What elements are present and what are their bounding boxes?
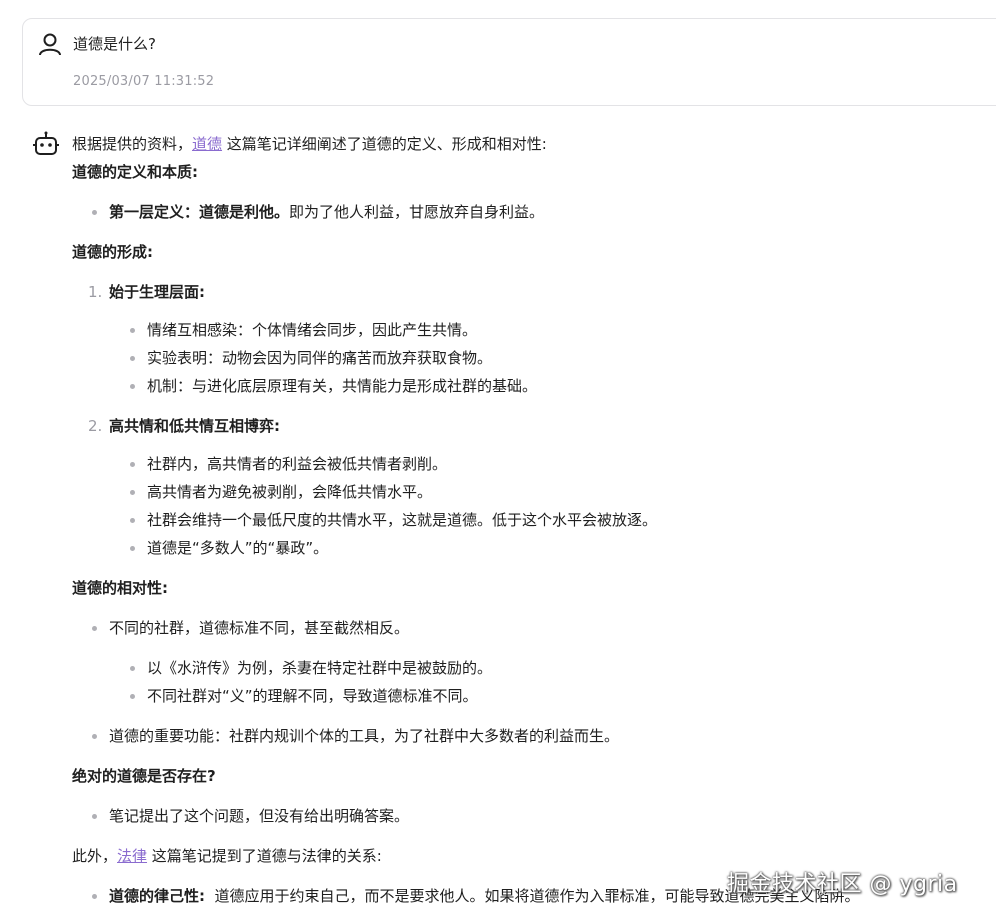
bullet-list: 社群内，高共情者的利益会被低共情者剥削。 高共情者为避免被剥削，会降低共情水平。… xyxy=(72,450,992,562)
list-item: 2. 高共情和低共情互相博弈: xyxy=(88,417,280,435)
list-item: 不同的社群，道德标准不同，甚至截然相反。 xyxy=(72,614,992,642)
section-heading: 道德的定义和本质: xyxy=(72,163,198,181)
answer-intro: 根据提供的资料，道德 这篇笔记详细阐述了道德的定义、形成和相对性: xyxy=(72,135,547,153)
section-heading: 绝对的道德是否存在? xyxy=(72,767,216,785)
robot-icon xyxy=(33,131,59,155)
message-timestamp: 2025/03/07 11:31:52 xyxy=(73,74,215,89)
assistant-answer: 根据提供的资料，道德 这篇笔记详细阐述了道德的定义、形成和相对性: 道德的定义和… xyxy=(72,130,992,910)
list-item: 实验表明：动物会因为同伴的痛苦而放弃获取食物。 xyxy=(72,344,992,372)
numbered-list: 1. 始于生理层面: xyxy=(72,278,992,306)
list-item: 以《水浒传》为例，杀妻在特定社群中是被鼓励的。 xyxy=(72,654,992,682)
bullet-list: 笔记提出了这个问题，但没有给出明确答案。 xyxy=(72,802,992,830)
list-item: 社群会维持一个最低尺度的共情水平，这就是道德。低于这个水平会被放逐。 xyxy=(72,506,992,534)
list-item: 不同社群对“义”的理解不同，导致道德标准不同。 xyxy=(72,682,992,710)
list-item: 第一层定义：道德是利他。即为了他人利益，甘愿放弃自身利益。 xyxy=(72,198,992,226)
list-item: 1. 始于生理层面: xyxy=(88,283,205,301)
user-icon xyxy=(39,33,61,56)
bullet-list: 情绪互相感染：个体情绪会同步，因此产生共情。 实验表明：动物会因为同伴的痛苦而放… xyxy=(72,316,992,400)
note-link-law[interactable]: 法律 xyxy=(117,847,147,865)
numbered-list: 2. 高共情和低共情互相博弈: xyxy=(72,412,992,440)
bullet-list: 道德的重要功能：社群内规训个体的工具，为了社群中大多数者的利益而生。 xyxy=(72,722,992,750)
list-item: 道德是“多数人”的“暴政”。 xyxy=(72,534,992,562)
list-item: 情绪互相感染：个体情绪会同步，因此产生共情。 xyxy=(72,316,992,344)
section-heading: 道德的形成: xyxy=(72,243,153,261)
note-link-morality[interactable]: 道德 xyxy=(192,135,222,153)
section-heading: 道德的相对性: xyxy=(72,579,168,597)
list-item: 高共情者为避免被剥削，会降低共情水平。 xyxy=(72,478,992,506)
list-item: 社群内，高共情者的利益会被低共情者剥削。 xyxy=(72,450,992,478)
user-message-card: 道德是什么? 2025/03/07 11:31:52 xyxy=(22,18,996,106)
bullet-list: 以《水浒传》为例，杀妻在特定社群中是被鼓励的。 不同社群对“义”的理解不同，导致… xyxy=(72,654,992,710)
watermark: 掘金技术社区 @ ygria xyxy=(727,872,958,897)
list-item: 笔记提出了这个问题，但没有给出明确答案。 xyxy=(72,802,992,830)
list-item: 机制：与进化底层原理有关，共情能力是形成社群的基础。 xyxy=(72,372,992,400)
user-question: 道德是什么? xyxy=(73,35,156,53)
bullet-list: 第一层定义：道德是利他。即为了他人利益，甘愿放弃自身利益。 xyxy=(72,198,992,226)
bullet-list: 不同的社群，道德标准不同，甚至截然相反。 xyxy=(72,614,992,642)
list-item: 道德的重要功能：社群内规训个体的工具，为了社群中大多数者的利益而生。 xyxy=(72,722,992,750)
